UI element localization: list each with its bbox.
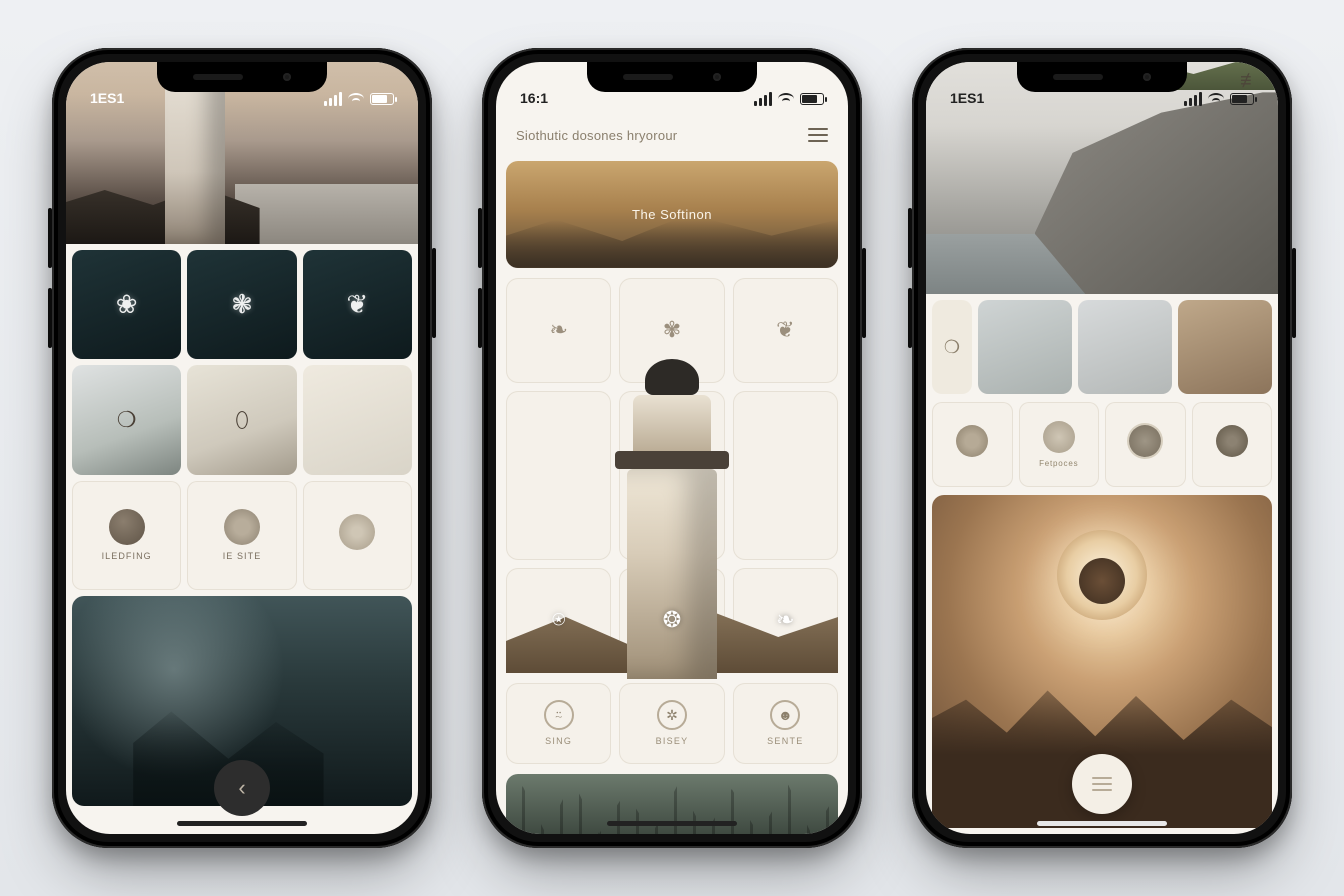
- thumb-tile[interactable]: [1178, 300, 1272, 394]
- mushroom-icon: ⍨: [544, 700, 574, 730]
- home-indicator[interactable]: [1037, 821, 1167, 826]
- nav-item-1[interactable]: ⍨ SING: [506, 683, 611, 764]
- category-icon: [956, 425, 988, 457]
- grid-tile[interactable]: ❧: [506, 278, 611, 383]
- pin-icon: ⍟: [552, 607, 565, 633]
- chevron-left-icon: ‹: [238, 775, 245, 801]
- tile-drop-icon[interactable]: ❍: [72, 365, 181, 474]
- nav-item-3[interactable]: ☻ SENTE: [733, 683, 838, 764]
- leaf-icon: ❦: [346, 289, 368, 320]
- grid-tile[interactable]: ✾: [619, 278, 724, 383]
- status-time: 1ES1: [950, 90, 984, 106]
- tile-row-dark: ❀ ❃ ❦: [66, 244, 418, 365]
- grid-tile[interactable]: ⍟: [506, 568, 611, 673]
- category-icon: [1043, 421, 1075, 453]
- thumb-row: ❍: [926, 294, 1278, 394]
- seed-icon: ⬯: [235, 407, 249, 433]
- category-icon: [339, 514, 375, 550]
- grid-tile[interactable]: [506, 391, 611, 560]
- menu-icon[interactable]: [808, 128, 828, 142]
- tile-seed-icon[interactable]: ⬯: [187, 365, 296, 474]
- tile-coral-icon[interactable]: ❀: [72, 250, 181, 359]
- fab-menu-button[interactable]: [1072, 754, 1132, 814]
- thumb-tile[interactable]: [1078, 300, 1172, 394]
- tile-row-light: ❍ ⬯: [66, 365, 418, 480]
- notch: [157, 62, 327, 92]
- status-time: 16:1: [520, 90, 548, 106]
- nav-item-2[interactable]: ✲ BISEY: [619, 683, 724, 764]
- signal-icon: [754, 92, 772, 106]
- status-icons: [1184, 92, 1254, 106]
- home-indicator[interactable]: [607, 821, 737, 826]
- fern-icon: ❦: [776, 317, 794, 343]
- category-icon: [109, 509, 145, 545]
- bud-icon: ✾: [663, 317, 681, 343]
- tile-blank[interactable]: [303, 365, 412, 474]
- phone-mock-3: 1ES1 ≢ ❍ Fetpoces: [912, 48, 1292, 848]
- category-row: ILEDFING IE SITE: [66, 481, 418, 596]
- category-tile[interactable]: Fetpoces: [1019, 402, 1100, 487]
- category-tile-1[interactable]: ILEDFING: [72, 481, 181, 590]
- category-tile-2[interactable]: IE SITE: [187, 481, 296, 590]
- category-label: ILEDFING: [102, 551, 152, 561]
- category-tile-3[interactable]: [303, 481, 412, 590]
- grid-tile[interactable]: [619, 391, 724, 560]
- coral-icon: ❀: [116, 289, 138, 320]
- category-tile[interactable]: [1105, 402, 1186, 487]
- phone-mock-2: 16:1 Siothutic dosones hryorour The Soft…: [482, 48, 862, 848]
- nav-label: SING: [545, 736, 572, 746]
- tile-shell-icon[interactable]: ❃: [187, 250, 296, 359]
- category-label: Fetpoces: [1039, 459, 1078, 468]
- status-time: 1ES1: [90, 90, 124, 106]
- battery-icon: [1230, 93, 1254, 105]
- wifi-icon: [778, 93, 794, 105]
- side-glyph-tile[interactable]: ❍: [932, 300, 972, 394]
- phone-mock-1: 1ES1 ❀ ❃ ❦ ❍ ⬯ ILEDFING: [52, 48, 432, 848]
- nav-label: SENTE: [767, 736, 803, 746]
- tile-leaf-icon[interactable]: ❦: [303, 250, 412, 359]
- category-icon: [224, 509, 260, 545]
- bottom-categories: ⍨ SING ✲ BISEY ☻ SENTE: [496, 683, 848, 774]
- signal-icon: [324, 92, 342, 106]
- category-icon: [1129, 425, 1161, 457]
- shell-icon: ❃: [231, 289, 253, 320]
- menu-icon: [1092, 783, 1112, 785]
- sprout-icon: ❧: [549, 317, 567, 343]
- status-icons: [324, 92, 394, 106]
- category-row: Fetpoces: [926, 394, 1278, 495]
- app-bar: Siothutic dosones hryorour: [496, 110, 848, 161]
- banner-title: The Softinon: [506, 161, 838, 268]
- fab-back-button[interactable]: ‹: [214, 760, 270, 816]
- status-icons: [754, 92, 824, 106]
- notch: [587, 62, 757, 92]
- signal-icon: [1184, 92, 1202, 106]
- thumb-tile[interactable]: [978, 300, 1072, 394]
- berry-icon: ❧: [776, 607, 794, 633]
- grid-tile[interactable]: ❧: [733, 568, 838, 673]
- category-label: IE SITE: [223, 551, 262, 561]
- category-tile[interactable]: [932, 402, 1013, 487]
- notch: [1017, 62, 1187, 92]
- nut-icon: ❂: [663, 607, 681, 633]
- battery-icon: [370, 93, 394, 105]
- category-tile[interactable]: [1192, 402, 1273, 487]
- home-indicator[interactable]: [177, 821, 307, 826]
- nav-label: BISEY: [656, 736, 689, 746]
- drop-icon: ❍: [117, 407, 137, 433]
- battery-icon: [800, 93, 824, 105]
- page-title: Siothutic dosones hryorour: [516, 128, 677, 143]
- grid-tile[interactable]: ❂: [619, 568, 724, 673]
- wifi-icon: [348, 93, 364, 105]
- category-icon: [1216, 425, 1248, 457]
- flower-icon: ✲: [657, 700, 687, 730]
- hero-banner[interactable]: The Softinon: [506, 161, 838, 268]
- wifi-icon: [1208, 93, 1224, 105]
- face-icon: ☻: [770, 700, 800, 730]
- drop-icon: ❍: [944, 337, 960, 358]
- grid-tile[interactable]: ❦: [733, 278, 838, 383]
- grid-tile[interactable]: [733, 391, 838, 560]
